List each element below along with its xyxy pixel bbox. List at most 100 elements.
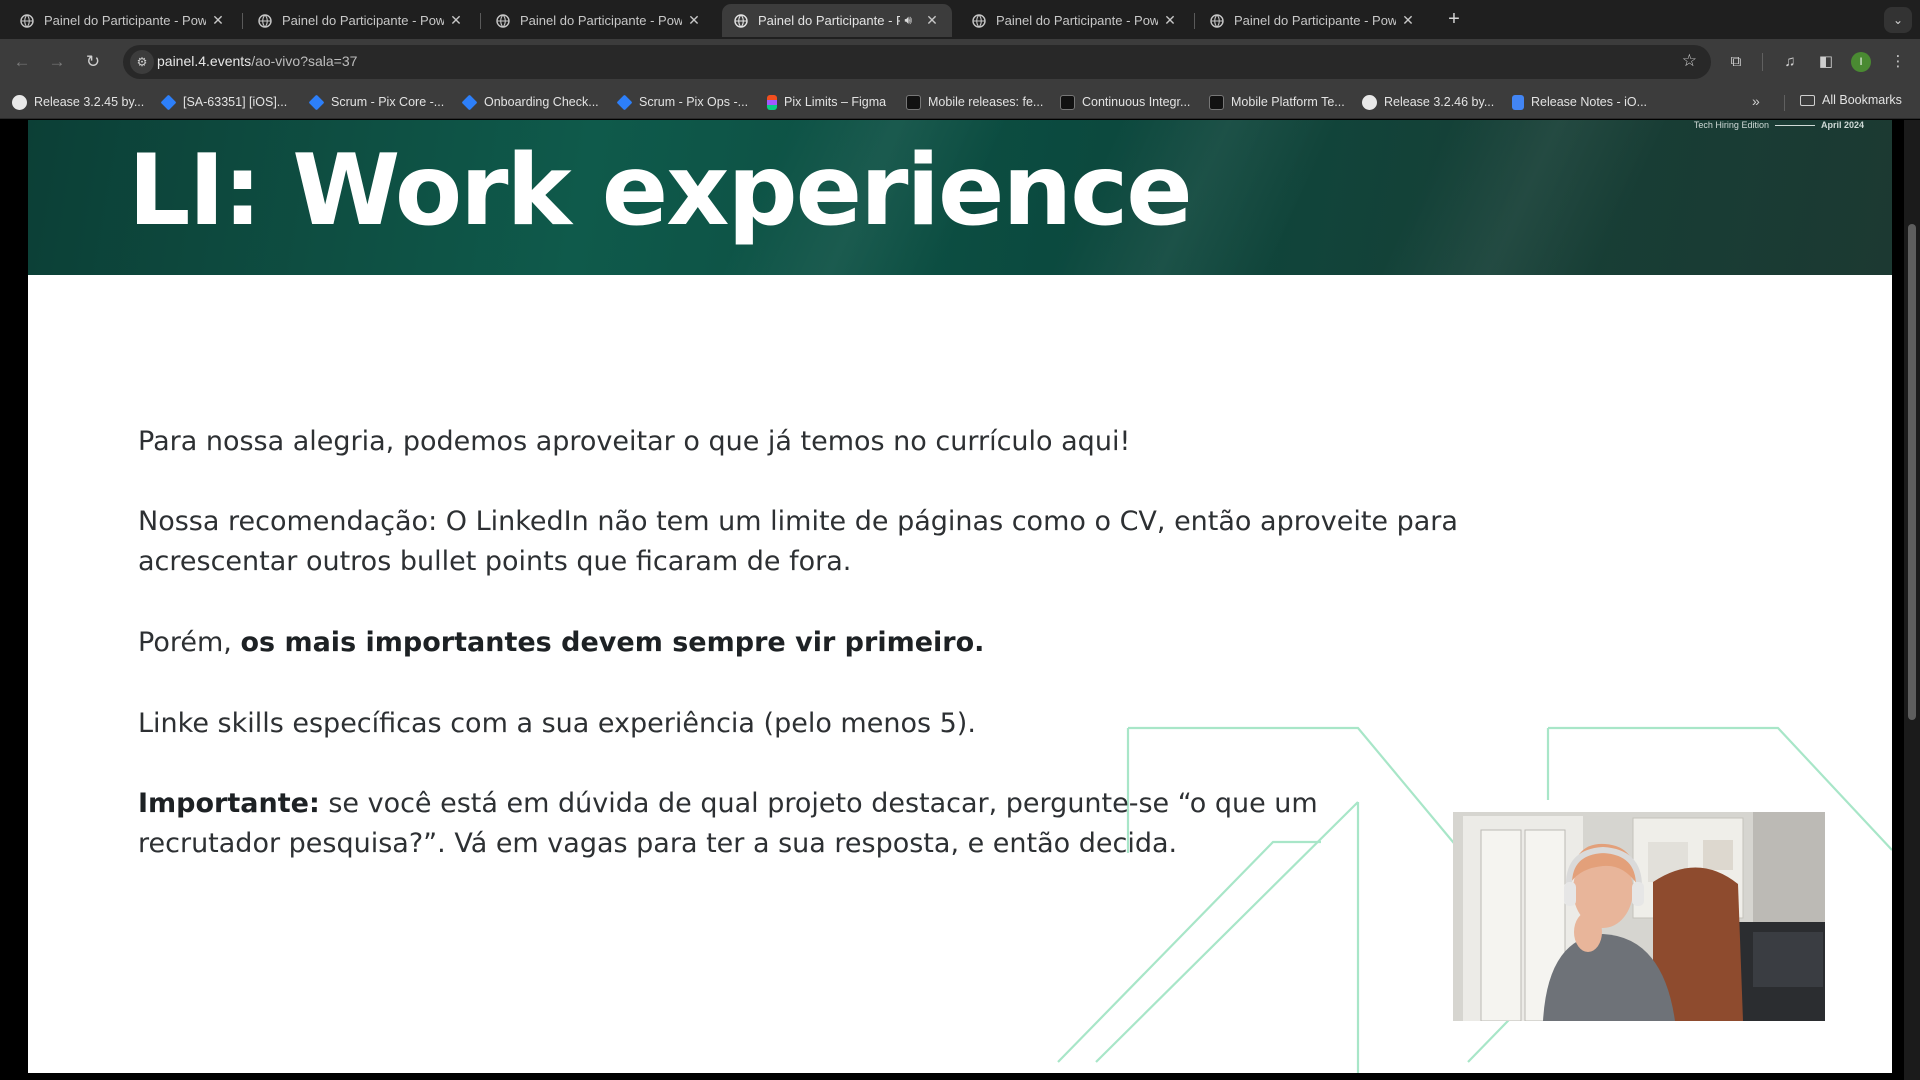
- tab-strip: Painel do Participante - Power ✕ Painel …: [0, 0, 1920, 39]
- speaker-icon[interactable]: 🔊︎: [904, 13, 912, 28]
- app-icon: [1209, 94, 1224, 110]
- bookmark-label: Release 3.2.45 by...: [34, 95, 145, 109]
- bookmark-item[interactable]: Scrum - Pix Core -...: [308, 93, 445, 111]
- jira-icon: [616, 94, 633, 110]
- globe-icon: [258, 13, 272, 28]
- paragraph-intro: Para nossa alegria, podemos aproveitar o…: [138, 426, 1131, 457]
- paragraph-recommendation: Nossa recomendação: O LinkedIn não tem u…: [138, 506, 1458, 577]
- bookmark-item[interactable]: [SA-63351] [iOS]...: [160, 93, 288, 111]
- docs-icon: [1512, 94, 1524, 110]
- tab-title: Painel do Participante - Power: [282, 13, 444, 28]
- presentation-slide: Tech Hiring Edition April 2024 LI: Work e…: [28, 120, 1892, 1073]
- globe-icon: [20, 13, 34, 28]
- media-controls-icon[interactable]: ♫: [1779, 51, 1801, 73]
- browser-tab-active[interactable]: Painel do Participante - Po 🔊︎ ✕: [722, 4, 952, 37]
- priority-prefix: Porém,: [138, 627, 241, 658]
- folder-icon: [1800, 94, 1815, 106]
- tab-title: Painel do Participante - Power: [44, 13, 206, 28]
- browser-tab[interactable]: Painel do Participante - Power ✕: [8, 4, 238, 37]
- browser-tab[interactable]: Painel do Participante - Power ✕: [246, 4, 476, 37]
- page-scrollbar[interactable]: [1904, 120, 1920, 1080]
- bookmark-star-icon[interactable]: ☆: [1682, 51, 1697, 71]
- confluence-icon: [461, 94, 478, 110]
- tab-title: Painel do Participante - Power: [996, 13, 1158, 28]
- globe-icon: [972, 13, 986, 28]
- scrollbar-thumb[interactable]: [1908, 224, 1916, 720]
- bookmark-label: Mobile releases: fe...: [928, 95, 1044, 109]
- github-icon: [1362, 94, 1377, 110]
- bookmark-item[interactable]: Pix Limits – Figma: [767, 93, 886, 111]
- bookmark-label: Release Notes - iO...: [1531, 95, 1648, 109]
- all-bookmarks-button[interactable]: All Bookmarks: [1800, 93, 1902, 107]
- github-icon: [12, 94, 27, 110]
- bookmark-label: Mobile Platform Te...: [1231, 95, 1345, 109]
- figma-icon: [767, 94, 777, 110]
- close-tab-icon[interactable]: ✕: [1162, 12, 1178, 29]
- bookmark-item[interactable]: Release 3.2.46 by...: [1362, 93, 1494, 111]
- bookmarks-bar: Release 3.2.45 by... [SA-63351] [iOS]...…: [0, 85, 1920, 119]
- profile-avatar[interactable]: I: [1851, 52, 1871, 72]
- bookmark-label: Pix Limits – Figma: [784, 95, 887, 109]
- tab-title: Painel do Participante - Po: [758, 13, 901, 28]
- all-bookmarks-label: All Bookmarks: [1822, 93, 1902, 107]
- webcam-frame-image: [1453, 812, 1825, 1021]
- globe-icon: [1210, 13, 1224, 28]
- close-tab-icon[interactable]: ✕: [210, 12, 226, 29]
- forward-icon[interactable]: →: [44, 49, 70, 75]
- jira-icon: [160, 94, 177, 110]
- bookmark-item[interactable]: Release Notes - iO...: [1512, 93, 1647, 111]
- app-icon: [906, 94, 921, 110]
- bookmark-item[interactable]: Scrum - Pix Ops -...: [616, 93, 749, 111]
- browser-tab[interactable]: Painel do Participante - Power ✕: [960, 4, 1190, 37]
- browser-toolbar: ← → ↻ ⚙ painel.4.events/ao-vivo?sala=37 …: [0, 39, 1920, 85]
- url-text[interactable]: painel.4.events/ao-vivo?sala=37: [157, 53, 357, 69]
- deco-shape-outline: [1057, 840, 1321, 1063]
- tab-title: Painel do Participante - Power: [1234, 13, 1396, 28]
- bookmark-label: Scrum - Pix Ops -...: [639, 95, 749, 109]
- globe-icon: [496, 13, 510, 28]
- bookmark-label: Continuous Integr...: [1082, 95, 1191, 109]
- bookmark-item[interactable]: Onboarding Check...: [461, 93, 599, 111]
- bookmark-item[interactable]: Mobile releases: fe...: [906, 93, 1043, 111]
- app-icon: [1060, 94, 1075, 110]
- new-tab-button[interactable]: +: [1442, 8, 1466, 32]
- priority-emphasis: os mais importantes devem sempre vir pri…: [240, 627, 985, 658]
- tab-search-icon[interactable]: ⌄: [1884, 7, 1912, 33]
- toolbar-divider: [1762, 53, 1763, 71]
- paragraph-skills: Linke skills específicas com a sua exper…: [138, 708, 976, 739]
- presenter-webcam-video[interactable]: [1453, 812, 1825, 1021]
- side-panel-icon[interactable]: ◧: [1815, 51, 1837, 73]
- bookmark-label: Release 3.2.46 by...: [1384, 95, 1495, 109]
- bookmark-item[interactable]: Mobile Platform Te...: [1209, 93, 1345, 111]
- jira-icon: [308, 94, 325, 110]
- paragraph-priority: Porém, os mais importantes devem sempre …: [138, 623, 1518, 663]
- url-path: /ao-vivo?sala=37: [251, 53, 358, 69]
- bookmarks-divider: [1784, 95, 1785, 111]
- bookmark-label: Scrum - Pix Core -...: [331, 95, 445, 109]
- extensions-icon[interactable]: ⧉: [1725, 51, 1747, 73]
- close-tab-icon[interactable]: ✕: [1400, 12, 1416, 29]
- menu-kebab-icon[interactable]: ⋮: [1887, 51, 1909, 73]
- address-bar[interactable]: ⚙ painel.4.events/ao-vivo?sala=37 ☆: [123, 45, 1711, 79]
- reload-icon[interactable]: ↻: [80, 49, 106, 75]
- bookmark-item[interactable]: Continuous Integr...: [1060, 93, 1190, 111]
- url-host: painel.4.events: [157, 53, 252, 69]
- close-tab-icon[interactable]: ✕: [686, 12, 702, 29]
- browser-tab[interactable]: Painel do Participante - Power ✕: [484, 4, 714, 37]
- tab-divider: [242, 13, 243, 29]
- paragraph-important: Importante: se você está em dúvida de qu…: [138, 784, 1378, 864]
- bookmark-item[interactable]: Release 3.2.45 by...: [12, 93, 144, 111]
- browser-tab[interactable]: Painel do Participante - Power ✕: [1198, 4, 1428, 37]
- close-tab-icon[interactable]: ✕: [924, 12, 940, 29]
- important-label: Importante:: [138, 788, 320, 819]
- tab-divider: [1194, 13, 1195, 29]
- more-bookmarks-icon[interactable]: »: [1752, 93, 1760, 109]
- close-tab-icon[interactable]: ✕: [448, 12, 464, 29]
- bookmark-label: Onboarding Check...: [484, 95, 599, 109]
- tab-divider: [480, 13, 481, 29]
- site-info-icon[interactable]: ⚙: [130, 50, 154, 74]
- tab-title: Painel do Participante - Power: [520, 13, 682, 28]
- bookmark-label: [SA-63351] [iOS]...: [183, 95, 288, 109]
- page-viewport: Tech Hiring Edition April 2024 LI: Work e…: [0, 120, 1920, 1080]
- back-icon[interactable]: ←: [9, 49, 35, 75]
